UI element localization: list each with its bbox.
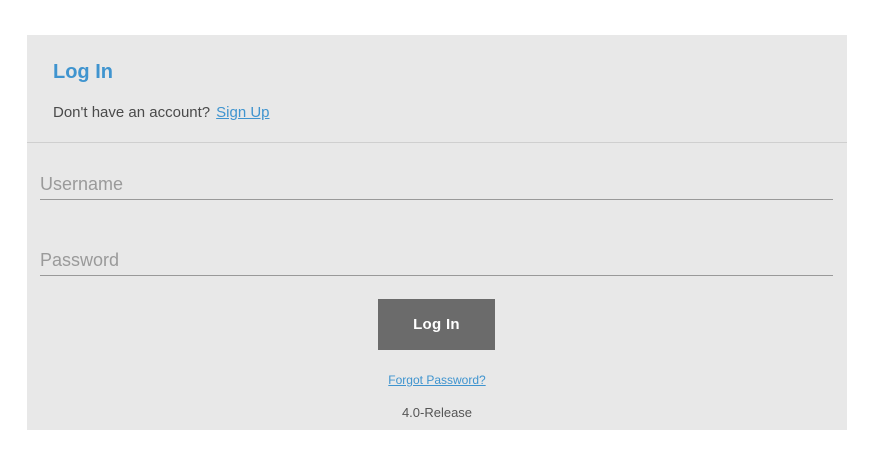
password-input[interactable] xyxy=(40,245,833,276)
forgot-password-link[interactable]: Forgot Password? xyxy=(388,373,485,387)
login-card: Log In Don't have an account? Sign Up Log… xyxy=(27,35,847,430)
signup-link[interactable]: Sign Up xyxy=(216,104,269,121)
signup-prompt: Don't have an account? Sign Up xyxy=(53,104,270,121)
page-title: Log In xyxy=(53,61,113,83)
forgot-password-row: Forgot Password? xyxy=(27,373,847,387)
username-input[interactable] xyxy=(40,169,833,200)
account-prompt-text: Don't have an account? xyxy=(53,104,211,121)
login-header: Log In Don't have an account? Sign Up xyxy=(27,35,847,143)
version-label: 4.0-Release xyxy=(401,405,473,420)
login-button[interactable]: Log In xyxy=(378,299,495,350)
